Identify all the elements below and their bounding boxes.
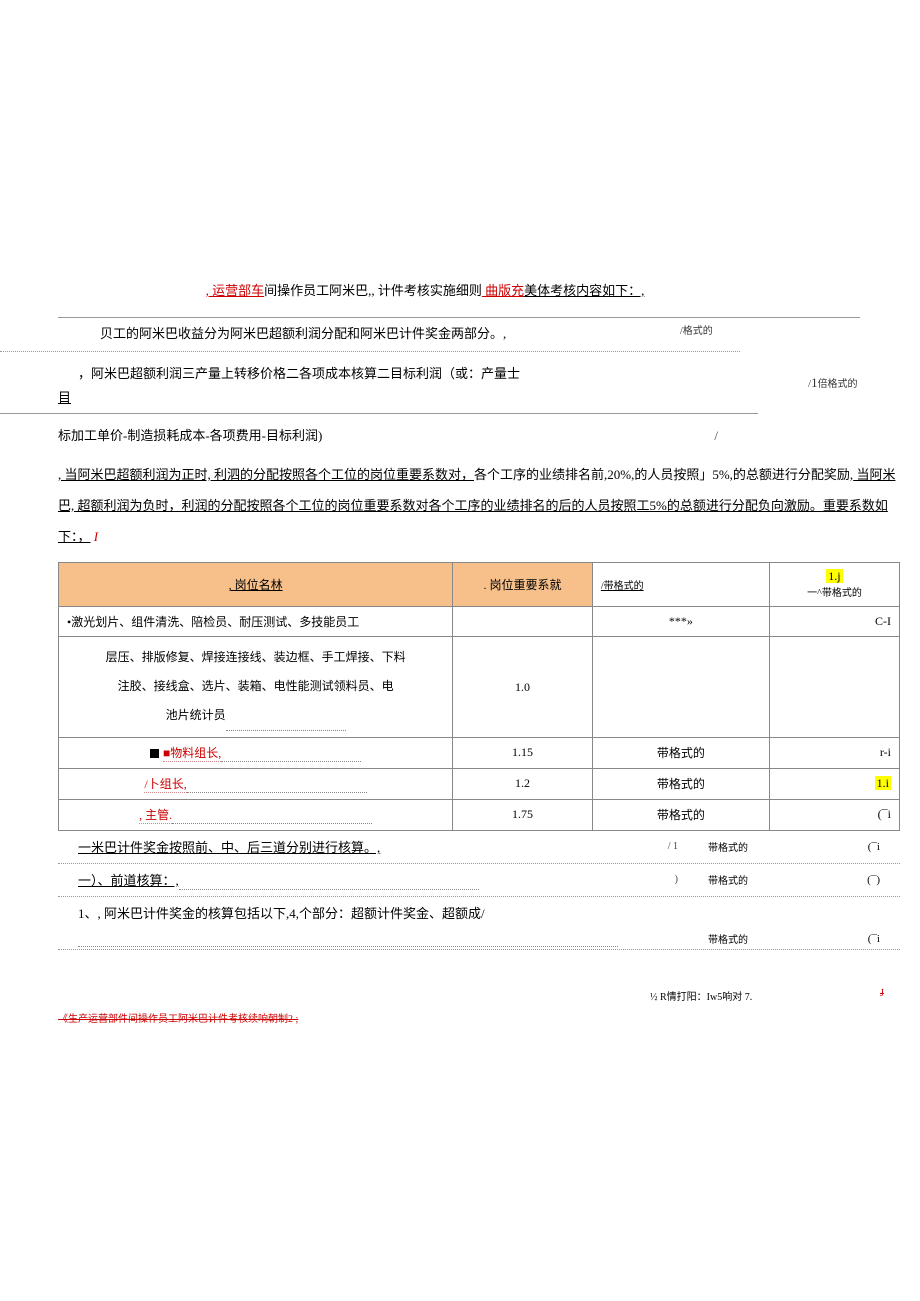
post-right: (¯) xyxy=(808,874,900,886)
document-page: , 运营部车间操作员工阿米巴,, 计件考核实施细则 曲版充美体考核内容如下：, … xyxy=(0,0,920,1301)
post-label: 带格式的 xyxy=(678,931,808,946)
header-note2-hl: 1.j xyxy=(826,569,842,583)
divider xyxy=(58,317,860,318)
cell-note2: C-I xyxy=(769,607,899,637)
para-seg1b: 各个工序的业绩排名前,20%,的人员按照」5%,的总额进行分配奖励, xyxy=(474,467,853,482)
post-left: 一）、前道核算：, xyxy=(58,870,638,890)
note2-suffix: 倍格式的 xyxy=(818,379,858,390)
cell-note1: 带格式的 xyxy=(592,768,769,799)
footer-right-j: J xyxy=(880,988,884,999)
post-row: 1、, 阿米巴计件奖金的核算包括以下,4,个部分：超额计件奖金、超额成/ xyxy=(58,897,900,929)
square-bullet-icon xyxy=(150,749,159,758)
title-part1: , 运营部车 xyxy=(206,283,265,298)
header-note2: 1.j 一^带格式的 xyxy=(769,563,899,607)
main-paragraph: , 当阿米巴超额利润为正时, 利泗的分配按照各个工位的岗位重要系数对，各个工序的… xyxy=(0,459,898,553)
paragraph-line-2: ，阿米巴超额利润三产量上转移价格二各项成本核算二目标利润（或：产量士 目 xyxy=(0,362,758,414)
post-label: 带格式的 xyxy=(678,872,808,887)
para-seg1: , 当阿米巴超额利润为正时, 利泗的分配按照各个工位的岗位重要系数对， xyxy=(58,467,474,482)
post-row: 一）、前道核算：, ) 带格式的 (¯) xyxy=(58,864,900,897)
line2-text: ，阿米巴超额利润三产量上转移价格二各项成本核算二目标利润（或：产量士 xyxy=(78,366,520,381)
post-mid: / 1 xyxy=(638,841,678,852)
cell-name: •激光划片、组件清洗、陪检员、耐压测试、多技能员工 xyxy=(59,607,453,637)
cell-note1: 带格式的 xyxy=(592,737,769,768)
cell-note1: ***» xyxy=(592,607,769,637)
coefficient-table: , 岗位名林 . 岗位重要系就 /带格式的 1.j 一^带格式的 •激光划片、组… xyxy=(58,562,900,830)
cell-coef: 1.15 xyxy=(453,737,593,768)
header-coefficient: . 岗位重要系就 xyxy=(453,563,593,607)
line2-suffix: 目 xyxy=(58,390,71,405)
cell-note2: r-i xyxy=(769,737,899,768)
cell-note1 xyxy=(592,637,769,737)
margin-note-2: /1倍格式的 xyxy=(808,375,858,391)
line1-text: 贝工的阿米巴收益分为阿米巴超额利润分配和阿米巴计件奖金两部分。, xyxy=(100,326,506,341)
cell-name: /卜组长, xyxy=(59,768,453,799)
cell-note2: 1.i xyxy=(769,768,899,799)
title-part4: 美体考核内容如下：, xyxy=(524,283,644,298)
post-left: 一米巴计件奖金按照前、中、后三道分别进行核算。, xyxy=(58,837,638,856)
cell-coef: 1.2 xyxy=(453,768,593,799)
cell-name: ■物料组长, xyxy=(59,737,453,768)
post-left: 1、, 阿米巴计件奖金的核算包括以下,4,个部分：超额计件奖金、超额成/ xyxy=(58,903,678,922)
margin-note-1: /格式的 xyxy=(680,322,713,337)
post-mid: ) xyxy=(638,874,678,885)
title-part3: 曲版充 xyxy=(482,283,524,298)
table-row: /卜组长, 1.2 带格式的 1.i xyxy=(59,768,900,799)
footer-right-main: ½ R情打阳：Iw5响对 7. xyxy=(650,992,752,1003)
header-note1: /带格式的 xyxy=(592,563,769,607)
document-title: , 运营部车间操作员工阿米巴,, 计件考核实施细则 曲版充美体考核内容如下：, xyxy=(100,280,750,299)
slash-icon: / xyxy=(714,424,718,449)
post-table-section: 一米巴计件奖金按照前、中、后三道分别进行核算。, / 1 带格式的 (¯i 一）… xyxy=(58,831,900,950)
footer-right: ½ R情打阳：Iw5响对 7. J xyxy=(650,988,752,1003)
post-right: (¯i xyxy=(808,933,900,945)
post-row: 一米巴计件奖金按照前、中、后三道分别进行核算。, / 1 带格式的 (¯i xyxy=(58,831,900,864)
title-part2: 间操作员工阿米巴,, 计件考核实施细则 xyxy=(264,283,482,298)
post-label: 带格式的 xyxy=(678,839,808,854)
cell-note2 xyxy=(769,637,899,737)
table-row: ■物料组长, 1.15 带格式的 r-i xyxy=(59,737,900,768)
table-row: •激光划片、组件清洗、陪检员、耐压测试、多技能员工 ***» C-I xyxy=(59,607,900,637)
post-left xyxy=(58,930,638,947)
cell-name-multi: 层压、排版修复、焊接连接线、装边框、手工焊接、下料 注胶、接线盒、选片、装箱、电… xyxy=(59,637,453,737)
cell-note1: 带格式的 xyxy=(592,799,769,830)
line3-text: 标加工单价-制造损耗成本-各项费用-目标利润) xyxy=(58,428,322,443)
table-header-row: , 岗位名林 . 岗位重要系就 /带格式的 1.j 一^带格式的 xyxy=(59,563,900,607)
cell-coef: 1.0 xyxy=(453,637,593,737)
paragraph-line-3: 标加工单价-制造损耗成本-各项费用-目标利润) / xyxy=(0,424,698,449)
post-row: 带格式的 (¯i xyxy=(58,929,900,950)
cell-name: , 主管. xyxy=(59,799,453,830)
post-right: (¯i xyxy=(808,841,900,853)
para-trail: I xyxy=(94,529,98,544)
cell-coef xyxy=(453,607,593,637)
table-row: , 主管. 1.75 带格式的 (¯i xyxy=(59,799,900,830)
footer-strike-text: 《生产运营部件间操作员工阿米巴计件考核续响朝制2 ; xyxy=(58,1010,298,1025)
cell-note2: (¯i xyxy=(769,799,899,830)
header-position-name: , 岗位名林 xyxy=(59,563,453,607)
paragraph-line-1: 贝工的阿米巴收益分为阿米巴超额利润分配和阿米巴计件奖金两部分。, xyxy=(0,322,740,352)
table-row: 层压、排版修复、焊接连接线、装边框、手工焊接、下料 注胶、接线盒、选片、装箱、电… xyxy=(59,637,900,737)
cell-coef: 1.75 xyxy=(453,799,593,830)
